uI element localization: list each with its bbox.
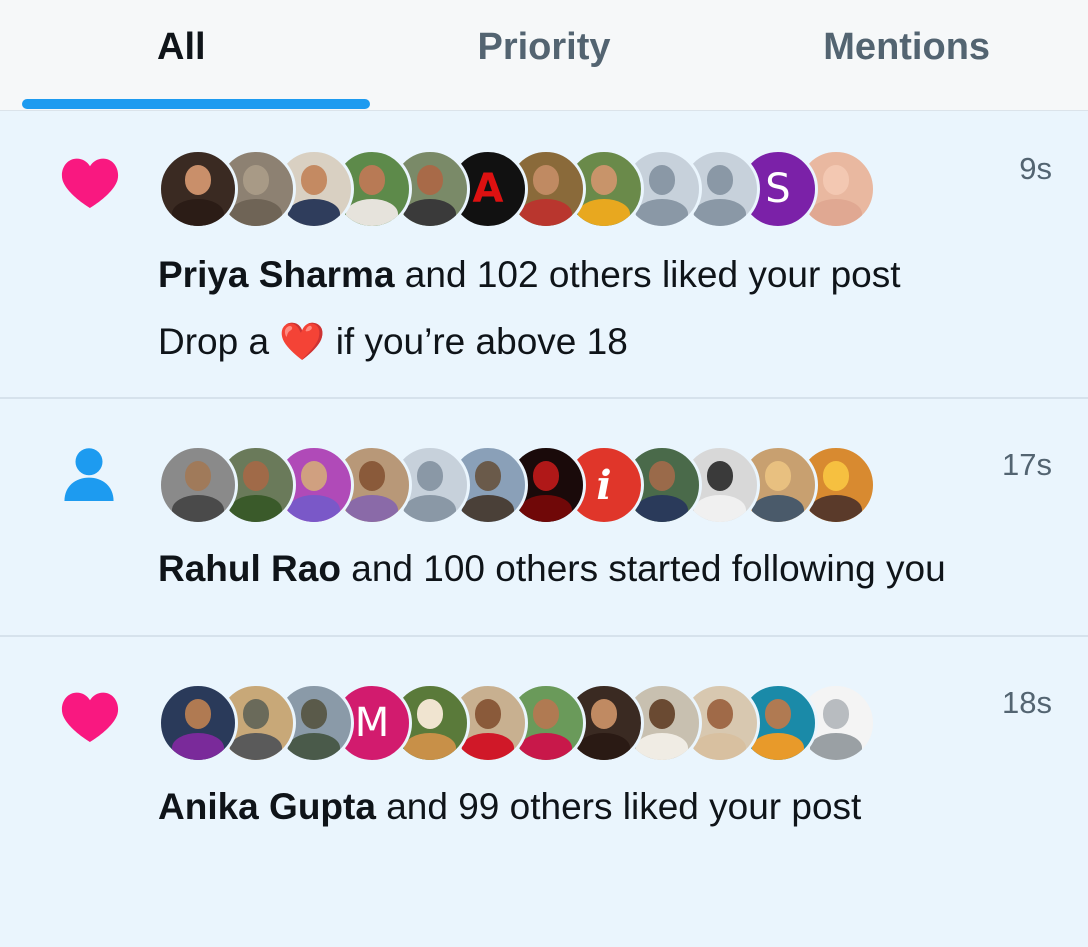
avatar[interactable] [158, 445, 238, 525]
heart-icon [60, 689, 120, 748]
actor-name[interactable]: Anika Gupta [158, 786, 376, 827]
tab-priority-label: Priority [477, 26, 611, 68]
avatar-stack: M [158, 683, 876, 763]
heart-icon [60, 155, 120, 214]
avatar-stack: i [158, 445, 876, 525]
notification-text: Anika Gupta and 99 others liked your pos… [158, 777, 861, 836]
notification-time: 17s [1002, 447, 1052, 482]
tab-all-label: All [157, 26, 206, 68]
post-snippet: Drop a ❤️ if you’re above 18 [158, 321, 628, 364]
notification-time: 9s [1019, 151, 1052, 186]
tab-mentions-label: Mentions [823, 26, 991, 68]
notification-action: and 99 others liked your post [375, 786, 862, 827]
tab-all[interactable]: All [0, 0, 363, 110]
notification-action: and 102 others liked your post [394, 254, 901, 295]
heart-emoji: ❤️ [279, 321, 326, 362]
notification-time: 18s [1002, 685, 1052, 720]
notification-item[interactable]: 9s AS Priya Sharma and 102 others liked … [0, 111, 1088, 399]
avatar[interactable] [158, 683, 238, 763]
tab-priority[interactable]: Priority [363, 0, 726, 110]
active-tab-indicator [22, 99, 370, 109]
actor-name[interactable]: Rahul Rao [158, 548, 341, 589]
avatar[interactable] [158, 149, 238, 229]
snippet-before: Drop a [158, 321, 280, 362]
person-icon [64, 447, 114, 506]
notification-text: Rahul Rao and 100 others started followi… [158, 539, 946, 598]
notification-tabs: All Priority Mentions [0, 0, 1088, 111]
actor-name[interactable]: Priya Sharma [158, 254, 395, 295]
tab-mentions[interactable]: Mentions [725, 0, 1088, 110]
notification-action: and 100 others started following you [340, 548, 946, 589]
snippet-after: if you’re above 18 [325, 321, 628, 362]
avatar-stack: AS [158, 149, 876, 229]
notification-text: Priya Sharma and 102 others liked your p… [158, 245, 901, 304]
notification-item[interactable]: 17s i Rahul Rao and 100 others started f… [0, 399, 1088, 637]
notification-item[interactable]: 18s M Anika Gupta and 99 others liked yo… [0, 637, 1088, 947]
